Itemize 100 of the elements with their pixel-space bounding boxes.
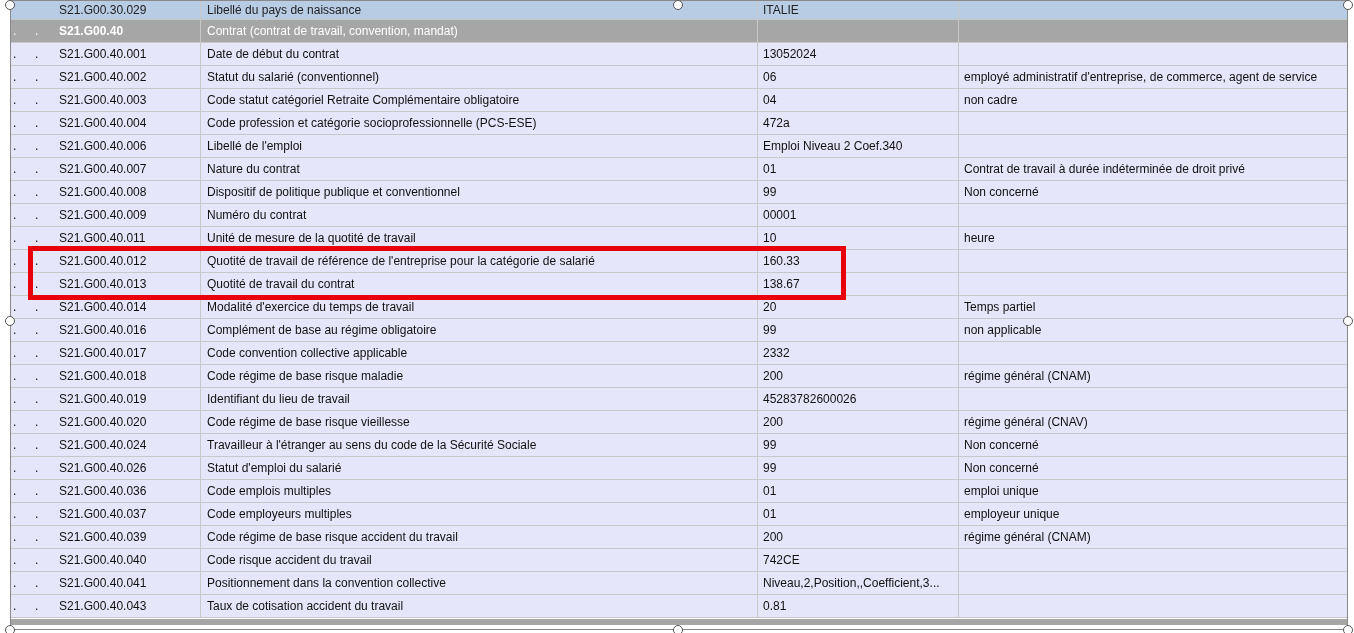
level-dot: . bbox=[35, 94, 39, 106]
resize-handle[interactable] bbox=[5, 0, 15, 10]
field-value: 20 bbox=[763, 301, 777, 313]
field-value: 138.67 bbox=[763, 278, 800, 290]
level-dot: . bbox=[35, 71, 39, 83]
field-value: 472a bbox=[763, 117, 790, 129]
field-code: S21.G00.40.037 bbox=[59, 508, 147, 520]
field-label: Quotité de travail du contrat bbox=[207, 278, 355, 290]
level-dot: . bbox=[35, 209, 39, 221]
field-code: S21.G00.40.040 bbox=[59, 554, 147, 566]
level-dot: . bbox=[13, 416, 17, 428]
field-label: Statut du salarié (conventionnel) bbox=[207, 71, 380, 83]
field-code: S21.G00.40.041 bbox=[59, 577, 147, 589]
field-label: Statut d'emploi du salarié bbox=[207, 462, 342, 474]
field-value: 99 bbox=[763, 324, 777, 336]
resize-handle[interactable] bbox=[1343, 0, 1353, 10]
level-dot: . bbox=[35, 485, 39, 497]
level-dot: . bbox=[13, 485, 17, 497]
field-code: S21.G00.40.014 bbox=[59, 301, 147, 313]
field-label: Libellé du pays de naissance bbox=[207, 3, 362, 16]
level-dot: . bbox=[13, 531, 17, 543]
field-description: heure bbox=[964, 232, 995, 244]
field-code: S21.G00.40.020 bbox=[59, 416, 147, 428]
field-label: Unité de mesure de la quotité de travail bbox=[207, 232, 416, 244]
level-dot: . bbox=[35, 462, 39, 474]
level-dot: . bbox=[35, 600, 39, 612]
field-code: S21.G00.40.019 bbox=[59, 393, 147, 405]
field-label: Complément de base au régime obligatoire bbox=[207, 324, 437, 336]
field-code: S21.G00.40.013 bbox=[59, 278, 147, 290]
field-value: 742CE bbox=[763, 554, 800, 566]
field-value: Niveau,2,Position,,Coefficient,3... bbox=[763, 577, 940, 589]
field-value: 13052024 bbox=[763, 48, 817, 60]
resize-handle[interactable] bbox=[1343, 316, 1353, 326]
field-label: Nature du contrat bbox=[207, 163, 300, 175]
level-dot: . bbox=[13, 209, 17, 221]
resize-handle[interactable] bbox=[5, 625, 15, 633]
field-code: S21.G00.40.036 bbox=[59, 485, 147, 497]
field-value: 04 bbox=[763, 94, 777, 106]
field-code: S21.G00.40.007 bbox=[59, 163, 147, 175]
level-dot: . bbox=[13, 462, 17, 474]
field-value: 00001 bbox=[763, 209, 797, 221]
field-value: Emploi Niveau 2 Coef.340 bbox=[763, 140, 903, 152]
field-code: S21.G00.30.029 bbox=[59, 3, 147, 16]
field-value: 01 bbox=[763, 163, 777, 175]
field-label: Code emplois multiples bbox=[207, 485, 332, 497]
resize-handle[interactable] bbox=[673, 0, 683, 10]
resize-handle[interactable] bbox=[673, 625, 683, 633]
field-description: Temps partiel bbox=[964, 301, 1036, 313]
level-dot: . bbox=[13, 140, 17, 152]
field-description: emploi unique bbox=[964, 485, 1039, 497]
level-dot: . bbox=[35, 48, 39, 60]
resize-handle[interactable] bbox=[1343, 625, 1353, 633]
field-code: S21.G00.40.017 bbox=[59, 347, 147, 359]
level-dot: . bbox=[35, 370, 39, 382]
field-code: S21.G00.40.024 bbox=[59, 439, 147, 451]
field-value: 06 bbox=[763, 71, 777, 83]
level-dot: . bbox=[13, 347, 17, 359]
field-label: Code statut catégoriel Retraite Complémentaire obligatoire bbox=[207, 94, 520, 106]
field-value: 99 bbox=[763, 462, 777, 474]
field-value: 99 bbox=[763, 186, 777, 198]
field-label: Travailleur à l'étranger au sens du code de la Sécurité Sociale bbox=[207, 439, 537, 451]
field-value: 10 bbox=[763, 232, 777, 244]
field-label: Modalité d'exercice du temps de travail bbox=[207, 301, 415, 313]
level-dot: . bbox=[13, 370, 17, 382]
field-label: Code régime de base risque vieillesse bbox=[207, 416, 410, 428]
level-dot: . bbox=[35, 140, 39, 152]
field-label: Positionnement dans la convention collective bbox=[207, 577, 446, 589]
field-label: Numéro du contrat bbox=[207, 209, 307, 221]
resize-handle[interactable] bbox=[5, 316, 15, 326]
field-code: S21.G00.40.004 bbox=[59, 117, 147, 129]
level-dot: . bbox=[13, 393, 17, 405]
field-label: Code convention collective applicable bbox=[207, 347, 408, 359]
field-label: Taux de cotisation accident du travail bbox=[207, 600, 404, 612]
level-dot: . bbox=[35, 577, 39, 589]
field-label: Dispositif de politique publique et conventionnel bbox=[207, 186, 460, 198]
field-label: Code employeurs multiples bbox=[207, 508, 352, 520]
level-dot: . bbox=[13, 71, 17, 83]
level-dot: . bbox=[35, 255, 39, 267]
field-description: Non concerné bbox=[964, 186, 1039, 198]
field-value: ITALIE bbox=[763, 3, 799, 16]
field-code: S21.G00.40.026 bbox=[59, 462, 147, 474]
level-dot: . bbox=[35, 25, 39, 37]
field-label: Identifiant du lieu de travail bbox=[207, 393, 350, 405]
field-code: S21.G00.40.039 bbox=[59, 531, 147, 543]
field-code: S21.G00.40.018 bbox=[59, 370, 147, 382]
level-dot: . bbox=[13, 324, 17, 336]
level-dot: . bbox=[13, 117, 17, 129]
level-dot: . bbox=[35, 301, 39, 313]
field-value: 01 bbox=[763, 485, 777, 497]
field-label: Quotité de travail de référence de l'entreprise pour la catégorie de salarié bbox=[207, 255, 595, 267]
level-dot: . bbox=[35, 439, 39, 451]
level-dot: . bbox=[35, 347, 39, 359]
field-code: S21.G00.40.001 bbox=[59, 48, 147, 60]
field-label: Contrat (contrat de travail, convention, mandat) bbox=[207, 25, 458, 37]
field-code: S21.G00.40.006 bbox=[59, 140, 147, 152]
field-label: Date de début du contrat bbox=[207, 48, 340, 60]
field-value: 2332 bbox=[763, 347, 790, 359]
field-description: Non concerné bbox=[964, 439, 1039, 451]
field-description: régime général (CNAM) bbox=[964, 370, 1091, 382]
field-code: S21.G00.40.011 bbox=[59, 232, 146, 244]
